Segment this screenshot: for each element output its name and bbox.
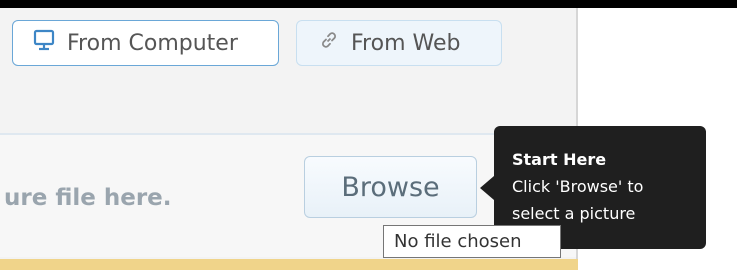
browse-button[interactable]: Browse <box>304 156 477 218</box>
tab-from-web-label: From Web <box>351 30 461 56</box>
top-border <box>0 0 737 8</box>
browse-button-label: Browse <box>341 171 440 203</box>
callout-arrow <box>480 176 494 200</box>
callout-title: Start Here <box>512 150 607 169</box>
upload-panel: From Computer From Web ure file here. <box>0 8 578 270</box>
drop-zone-text: ure file here. <box>4 185 172 211</box>
monitor-icon <box>33 29 55 57</box>
callout-body: Click 'Browse' to select a picture <box>512 177 644 223</box>
tab-from-computer[interactable]: From Computer <box>12 20 279 66</box>
tab-from-web[interactable]: From Web <box>296 20 502 66</box>
tab-from-computer-label: From Computer <box>67 30 238 56</box>
tooltip-text: No file chosen <box>394 231 522 252</box>
link-icon <box>319 30 339 56</box>
no-file-chosen-tooltip: No file chosen <box>383 225 561 258</box>
bottom-strip <box>0 259 578 270</box>
